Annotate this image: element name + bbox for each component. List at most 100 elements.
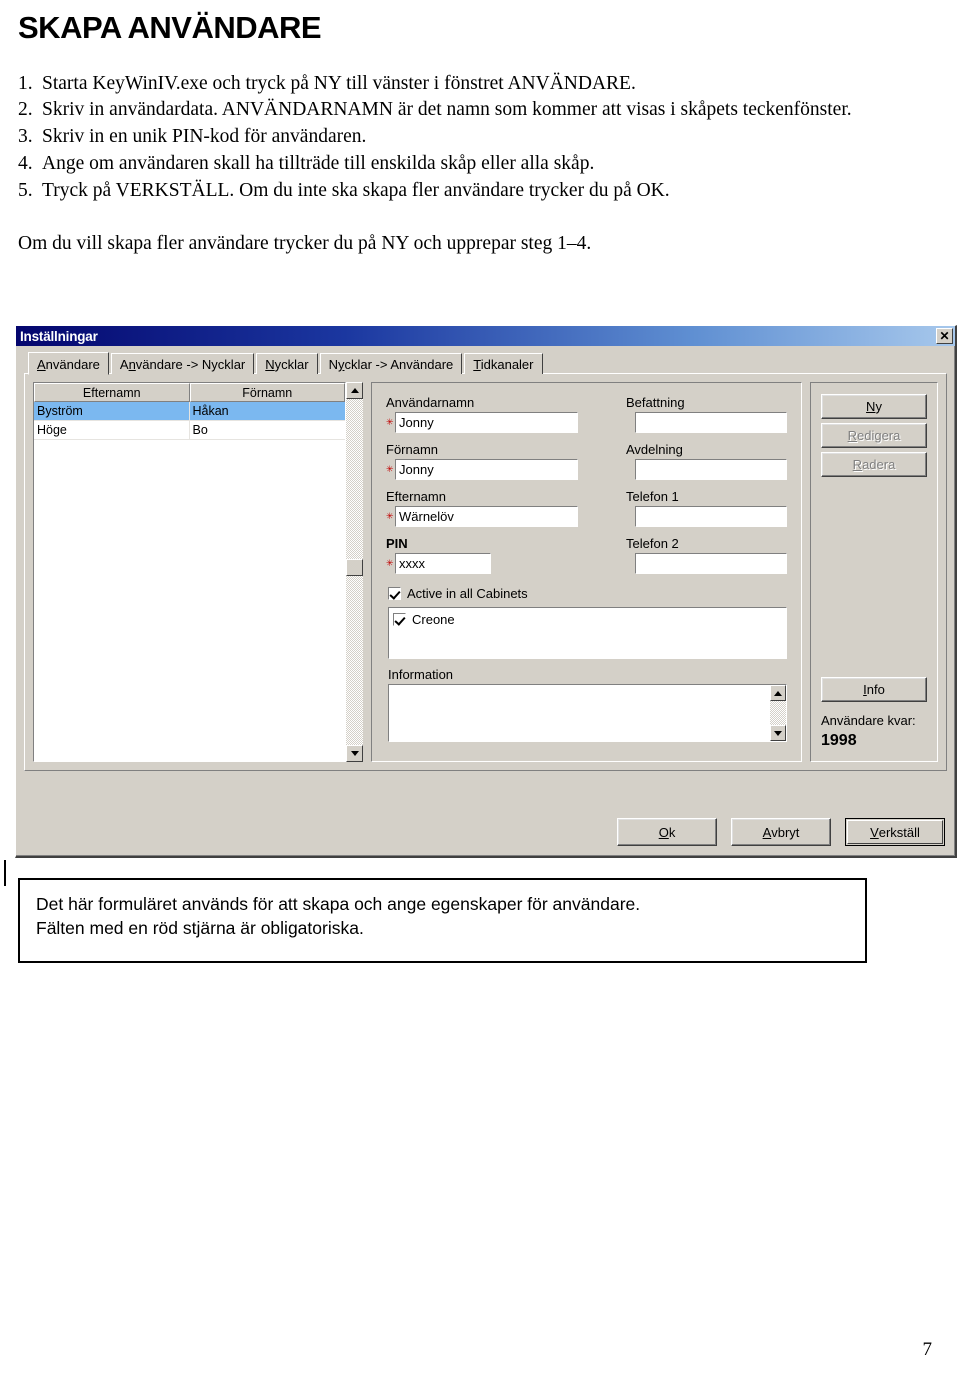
field-befattning: Befattning [626,395,787,433]
scroll-up-icon[interactable] [770,685,786,701]
list-item: 1. Starta KeyWinIV.exe och tryck på NY t… [0,71,960,98]
field-pin: PIN ✳ xxxx [386,536,578,574]
redigera-button[interactable]: Redigera [821,423,927,448]
required-marker: ✳ [386,511,394,521]
required-marker: ✳ [386,417,394,427]
avdelning-input[interactable] [635,459,787,480]
cabinet-list[interactable]: Creone [388,607,787,659]
instruction-list: 1. Starta KeyWinIV.exe och tryck på NY t… [0,71,960,206]
list-item: 3. Skriv in en unik PIN-kod för användar… [0,124,960,151]
label-telefon2: Telefon 2 [626,536,679,551]
margin-change-bar [4,860,6,886]
scroll-down-icon[interactable] [346,745,363,762]
field-telefon1: Telefon 1 [626,489,787,527]
field-efternamn: Efternamn ✳ Wärnelöv [386,489,578,527]
ny-button[interactable]: Ny [821,394,927,419]
field-avdelning: Avdelning [626,442,787,480]
active-in-all-cabinets-label: Active in all Cabinets [407,586,528,601]
table-row[interactable]: Byström Håkan [34,402,345,421]
label-pin: PIN [386,536,408,551]
information-scrollbar[interactable] [770,685,786,741]
tab-tidkanaler[interactable]: Tidkanaler [464,353,543,374]
scrollbar-track[interactable] [346,399,363,745]
step-number: 1. [18,72,33,94]
befattning-input[interactable] [635,412,787,433]
list-item: 2. Skriv in användardata. ANVÄNDARNAMN ä… [0,97,960,124]
callout-box: Det här formuläret används för att skapa… [18,878,867,963]
tabstrip: AAnvändarenvändare Användare -> Nycklar … [24,352,947,375]
dialog-title: Inställningar [20,328,98,344]
step-text: Starta KeyWinIV.exe och tryck på NY till… [42,72,636,94]
information-field[interactable] [388,684,787,742]
list-item[interactable]: Creone [393,612,782,627]
step-number: 4. [18,153,33,175]
user-list-scrollbar[interactable] [346,382,363,762]
label-fornamn: Förnamn [386,442,439,457]
scrollbar-thumb[interactable] [346,559,363,576]
cell-efternamn: Höge [34,421,190,439]
column-header-fornamn[interactable]: Förnamn [189,383,345,402]
list-empty-area [34,440,345,761]
required-marker: ✳ [386,464,394,474]
field-anvandarnamn: Användarnamn ✳ Jonny [386,395,578,433]
list-item: 4. Ange om användaren skall ha tillträde… [0,151,960,178]
pin-input[interactable]: xxxx [395,553,491,574]
scrollbar-track[interactable] [770,701,786,725]
step-number: 3. [18,126,33,148]
checkbox-icon [393,613,406,626]
step-number: 5. [18,180,33,202]
step-text: Tryck på VERKSTÄLL. Om du inte ska skapa… [42,180,670,202]
close-icon[interactable]: ✕ [936,328,953,344]
page-number: 7 [922,1339,933,1360]
required-marker: ✳ [386,558,394,568]
efternamn-input[interactable]: Wärnelöv [395,506,578,527]
tab-anvandare[interactable]: AAnvändarenvändare [28,352,109,375]
radera-button[interactable]: Radera [821,452,927,477]
step-text: Skriv in användardata. ANVÄNDARNAMN är d… [42,99,852,121]
avbryt-button[interactable]: Avbryt [731,818,831,846]
scroll-down-icon[interactable] [770,725,786,741]
dialog-titlebar: Inställningar ✕ [16,326,955,346]
telefon1-input[interactable] [635,506,787,527]
list-item: 5. Tryck på VERKSTÄLL. Om du inte ska sk… [0,178,960,205]
anvandarnamn-input[interactable]: Jonny [395,412,578,433]
checkbox-icon [388,587,401,600]
active-in-all-cabinets-checkbox[interactable]: Active in all Cabinets [388,586,787,601]
label-telefon1: Telefon 1 [626,489,679,504]
users-remaining-label: Användare kvar: [821,713,916,728]
tab-nycklar-anvandare[interactable]: Nycklar -> Användare [319,353,463,374]
scroll-up-icon[interactable] [346,382,363,399]
settings-dialog: Inställningar ✕ AAnvändarenvändare Använ… [15,325,957,858]
fornamn-input[interactable]: Jonny [395,459,578,480]
step-number: 2. [18,99,33,121]
label-efternamn: Efternamn [386,489,446,504]
action-button-panel: Ny Redigera Radera Info Användare kvar: … [810,382,938,762]
tab-anvandare-nycklar[interactable]: Användare -> Nycklar [110,353,255,374]
users-remaining-value: 1998 [821,732,857,749]
telefon2-input[interactable] [635,553,787,574]
label-information: Information [388,667,454,682]
tab-nycklar[interactable]: Nycklar [256,353,318,374]
step-text: Skriv in en unik PIN-kod för användaren. [42,126,367,148]
dialog-footer: Ok Avbryt Verkställ [617,818,945,846]
column-header-efternamn[interactable]: Efternamn [34,383,190,402]
cell-fornamn: Bo [192,423,208,437]
tab-panel-anvandare: Efternamn Förnamn Byström Håkan Höge Bo [24,373,947,771]
user-list-container: Efternamn Förnamn Byström Håkan Höge Bo [33,382,363,762]
list-header: Efternamn Förnamn [34,383,345,402]
cabinet-label: Creone [412,612,455,627]
cell-efternamn: Byström [34,402,190,420]
label-anvandarnamn: Användarnamn [386,395,475,410]
callout-line-2: Fälten med en röd stjärna är obligatoris… [36,917,364,938]
label-befattning: Befattning [626,395,685,410]
information-textarea[interactable] [389,685,770,741]
ok-button[interactable]: Ok [617,818,717,846]
info-button[interactable]: Info [821,677,927,702]
table-row[interactable]: Höge Bo [34,421,345,440]
user-form: Användarnamn ✳ Jonny Befattning Förnamn … [371,382,802,762]
verkstall-button[interactable]: Verkställ [845,818,945,846]
field-telefon2: Telefon 2 [626,536,787,574]
page-title: SKAPA ANVÄNDARE [18,10,322,45]
user-list[interactable]: Efternamn Förnamn Byström Håkan Höge Bo [33,382,346,762]
cell-fornamn: Håkan [192,404,229,418]
